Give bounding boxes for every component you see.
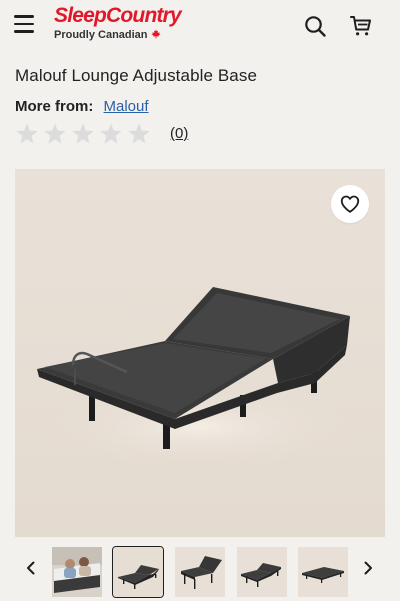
heart-icon[interactable] (331, 185, 369, 223)
brand-link[interactable]: Malouf (104, 98, 149, 115)
thumbnail-strip (0, 544, 400, 601)
brand-row: More from: Malouf (15, 98, 149, 115)
star-icon (72, 123, 94, 144)
review-count-link[interactable]: (0) (170, 125, 188, 142)
star-icon (16, 123, 38, 144)
logo-tagline-row: Proudly Canadian (54, 28, 194, 42)
logo-tagline: Proudly Canadian (54, 29, 148, 41)
cart-icon[interactable] (349, 14, 373, 38)
chevron-right-icon[interactable] (356, 556, 380, 580)
thumbnail-base-raised[interactable] (175, 547, 225, 597)
maple-leaf-icon (151, 29, 161, 39)
thumbnail-base-front[interactable] (112, 546, 164, 598)
thumbnail-base-flat[interactable] (298, 547, 348, 597)
logo-wordmark: SleepCountry (54, 4, 182, 27)
search-icon[interactable] (303, 14, 327, 38)
thumbnail-base-angle[interactable] (237, 547, 287, 597)
rating-stars[interactable] (15, 122, 151, 148)
menu-icon[interactable] (14, 11, 40, 37)
adjustable-base-image (37, 287, 360, 469)
chevron-left-icon[interactable] (19, 556, 43, 580)
star-icon (44, 123, 66, 144)
site-header: SleepCountry Proudly Canadian (0, 0, 400, 54)
product-main-image[interactable] (15, 169, 385, 537)
star-icon (128, 123, 150, 144)
brand-label: More from: (15, 98, 94, 115)
site-logo[interactable]: SleepCountry Proudly Canadian (54, 4, 194, 48)
thumbnail-lifestyle[interactable] (52, 547, 102, 597)
star-icon (100, 123, 122, 144)
product-title: Malouf Lounge Adjustable Base (15, 66, 258, 85)
